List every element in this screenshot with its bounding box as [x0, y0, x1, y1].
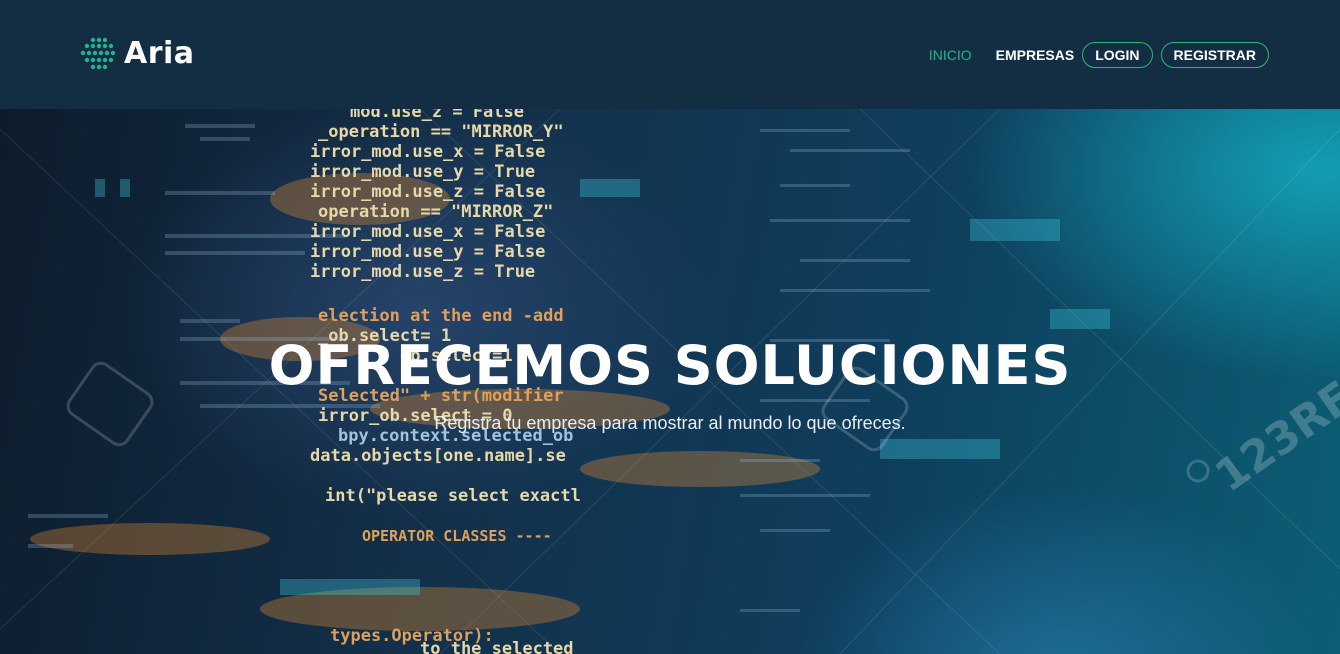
- brand-logo[interactable]: Aria: [80, 36, 195, 71]
- code-line: irror_mod.use_z = True: [310, 262, 535, 282]
- login-button[interactable]: LOGIN: [1082, 42, 1153, 68]
- code-line: mod.use_z = False: [350, 109, 524, 122]
- nav-item-inicio[interactable]: INICIO: [929, 47, 972, 63]
- code-line: election at the end -add: [318, 306, 564, 326]
- hero-banner: mod.use_z = False _operation == "MIRROR_…: [0, 109, 1340, 654]
- code-line: irror_mod.use_x = False: [310, 142, 545, 162]
- code-line: irror_mod.use_y = False: [310, 242, 545, 262]
- code-line: operation == "MIRROR_Z": [318, 202, 553, 222]
- nav-item-empresas[interactable]: EMPRESAS: [996, 47, 1075, 63]
- navbar: Aria INICIO EMPRESAS LOGIN REGISTRAR: [0, 0, 1340, 109]
- code-line: irror_mod.use_x = False: [310, 222, 545, 242]
- code-line: data.objects[one.name].se: [310, 446, 566, 466]
- register-button[interactable]: REGISTRAR: [1160, 42, 1269, 68]
- main-nav: INICIO EMPRESAS LOGIN REGISTRAR: [905, 42, 1269, 68]
- code-line: to the selected: [420, 639, 574, 654]
- hero-title: OFRECEMOS SOLUCIONES: [268, 334, 1072, 397]
- code-line: irror_mod.use_y = True: [310, 162, 535, 182]
- code-line: _operation == "MIRROR_Y": [318, 122, 564, 142]
- brand-name: Aria: [124, 36, 195, 71]
- code-line: int("please select exactl: [325, 486, 581, 506]
- code-line: OPERATOR CLASSES ----: [362, 527, 552, 545]
- aria-logo-icon: [80, 37, 116, 69]
- hero-subtitle: Registra tu empresa para mostrar al mund…: [434, 413, 906, 433]
- code-line: irror_mod.use_z = False: [310, 182, 545, 202]
